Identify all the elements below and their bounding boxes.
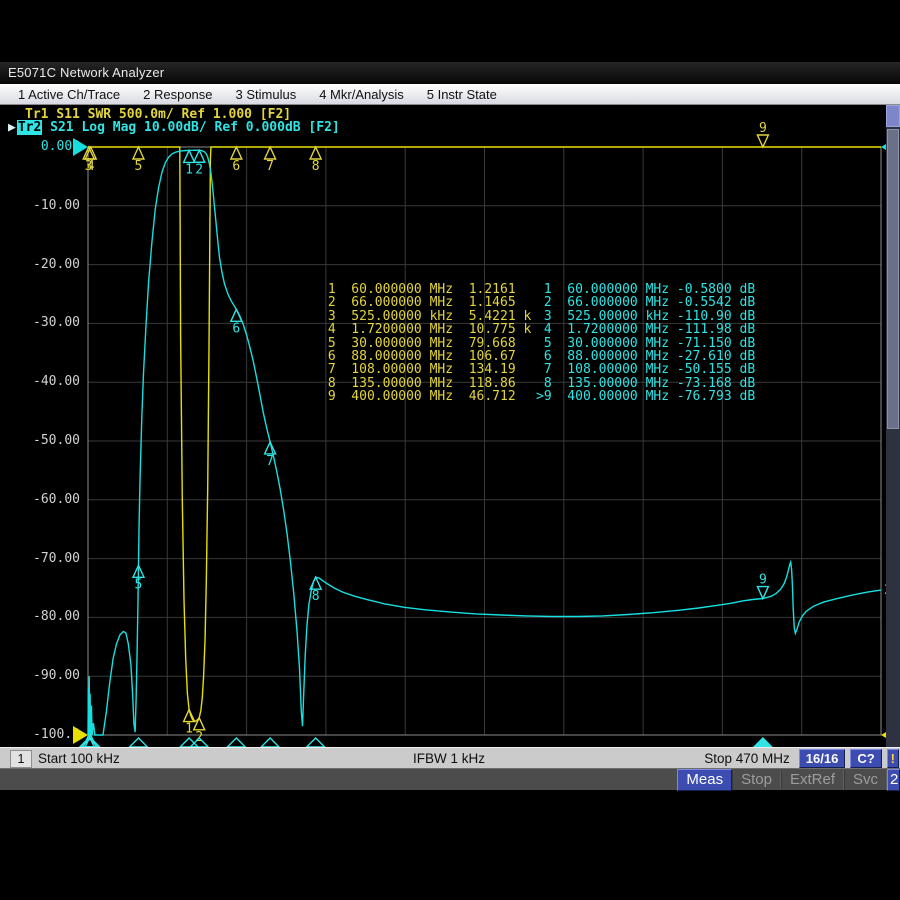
marker-2-label: 2 xyxy=(195,162,203,177)
marker-2-tr1 xyxy=(194,718,205,730)
marker-7-label: 7 xyxy=(266,454,274,469)
screen: E5071C Network Analyzer 1 Active Ch/Trac… xyxy=(0,0,900,900)
marker-9-label: 9 xyxy=(759,121,767,136)
alert-badge: ! xyxy=(887,749,899,768)
marker-9-tr1 xyxy=(757,135,768,147)
instr-status-meas: Meas xyxy=(677,769,732,791)
menu-item-5-instr-state[interactable]: 5 Instr State xyxy=(427,87,497,102)
instr-status-stop: Stop xyxy=(732,770,781,790)
marker-5-label: 5 xyxy=(135,159,143,174)
marker-8-stimulus-indicator xyxy=(307,738,325,747)
menu-item-4-mkr-analysis[interactable]: 4 Mkr/Analysis xyxy=(319,87,404,102)
correction-badge: C? xyxy=(850,749,881,768)
stop-frequency: Stop 470 MHz xyxy=(704,751,790,766)
marker-1-tr2 xyxy=(184,150,195,162)
menu-item-2-response[interactable]: 2 Response xyxy=(143,87,212,102)
marker-6-tr1 xyxy=(231,147,242,159)
channel-number: 1 xyxy=(10,750,32,768)
marker-1-label: 1 xyxy=(185,722,193,737)
marker-5-tr1 xyxy=(133,147,144,159)
marker-1-label: 1 xyxy=(185,162,193,177)
menu-bar: 1 Active Ch/Trace 2 Response 3 Stimulus 4 M… xyxy=(0,84,900,105)
title-bar: E5071C Network Analyzer xyxy=(0,62,900,85)
marker-8-label: 8 xyxy=(312,159,320,174)
marker-8-tr1 xyxy=(310,147,321,159)
marker-2-tr2 xyxy=(194,150,205,162)
menu-item-1-active-ch-trace[interactable]: 1 Active Ch/Trace xyxy=(18,87,120,102)
start-frequency: Start 100 kHz xyxy=(38,751,120,766)
scrollbar-button[interactable] xyxy=(886,105,900,127)
marker-6-stimulus-indicator xyxy=(227,738,245,747)
instrument-display: Tr1 S11 SWR 500.0m/ Ref 1.000 [F2] ▶Tr2 … xyxy=(0,105,886,747)
marker-6-label: 6 xyxy=(232,159,240,174)
points-badge: 16/16 xyxy=(799,749,846,768)
marker-8-label: 8 xyxy=(312,589,320,604)
ifbw-readout: IFBW 1 kHz xyxy=(413,751,485,766)
tr1-marker-table: 1 60.000000 MHz 1.2161 2 66.000000 MHz 1… xyxy=(320,283,531,404)
marker-4-label: 4 xyxy=(87,159,95,174)
marker-7-label: 7 xyxy=(266,159,274,174)
tr2-marker-table: 1 60.000000 MHz -0.5800 dB 2 66.000000 M… xyxy=(536,283,755,404)
plot-area: 11223455667788992 xyxy=(0,105,900,749)
instr-status-extref: ExtRef xyxy=(781,770,844,790)
marker-5-stimulus-indicator xyxy=(129,738,147,747)
marker-9-label: 9 xyxy=(759,573,767,588)
analyzer-window: E5071C Network Analyzer 1 Active Ch/Trac… xyxy=(0,62,900,790)
marker-7-stimulus-indicator xyxy=(261,738,279,747)
instr-status-2: 2 xyxy=(887,769,900,791)
marker-5-label: 5 xyxy=(135,577,143,592)
status-bar: 1 Start 100 kHz IFBW 1 kHz Stop 470 MHz … xyxy=(0,747,900,768)
instr-status-svc: Svc xyxy=(844,770,887,790)
marker-9-stimulus-indicator xyxy=(754,738,772,747)
scrollbar-thumb[interactable] xyxy=(887,129,899,429)
marker-7-tr1 xyxy=(265,147,276,159)
window-title: E5071C Network Analyzer xyxy=(8,65,164,80)
marker-6-label: 6 xyxy=(232,321,240,336)
scrollbar[interactable] xyxy=(886,105,900,747)
instrument-status-row: MeasStopExtRefSvc2 xyxy=(0,768,900,790)
menu-item-3-stimulus[interactable]: 3 Stimulus xyxy=(236,87,297,102)
